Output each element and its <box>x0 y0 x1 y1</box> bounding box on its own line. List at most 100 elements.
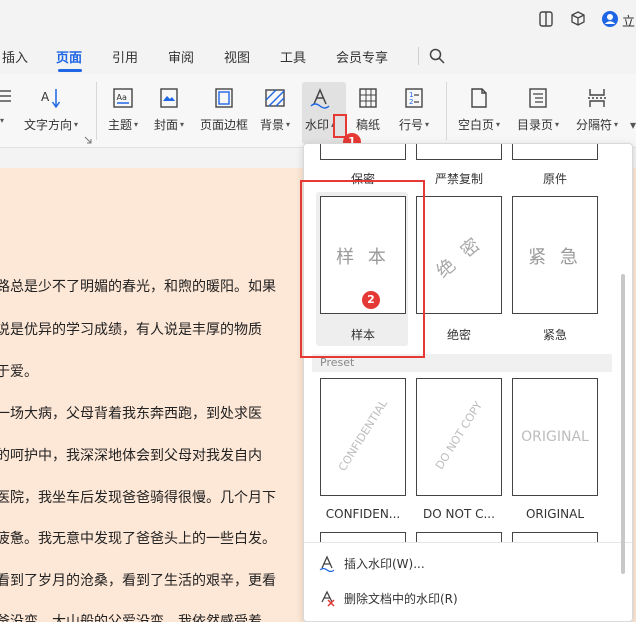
remove-watermark-icon <box>321 590 335 607</box>
line-number-label: 行号 <box>399 118 424 132</box>
chevron-down-icon: ▾ <box>286 120 291 129</box>
title-bar: 立 <box>0 0 636 38</box>
partial-icon <box>0 86 14 110</box>
window-icon[interactable] <box>537 10 555 28</box>
menu-bar: 插入 页面 引用 审阅 视图 工具 会员专享 <box>0 38 636 74</box>
watermark-card-no-copy-cn[interactable] <box>416 144 502 160</box>
cube-icon[interactable] <box>569 10 587 28</box>
chevron-down-icon[interactable]: ▾ <box>630 118 636 132</box>
svg-text:A: A <box>41 90 50 104</box>
watermark-card-original[interactable]: ORIGINAL <box>512 378 598 496</box>
watermark-preview-text: CONFIDENTIAL <box>335 397 391 474</box>
cover-button[interactable]: 封面 ▾ <box>154 86 184 133</box>
chevron-down-icon: ▾ <box>496 120 501 129</box>
tab-insert[interactable]: 插入 <box>2 47 28 66</box>
user-avatar-icon[interactable] <box>601 10 619 28</box>
document-line: 一场大病，父母背着我东奔西跑，到处求医 <box>0 406 262 422</box>
chevron-down-icon: ▾ <box>0 116 4 125</box>
remove-watermark-label: 删除文档中的水印(R) <box>344 591 458 606</box>
background-label: 背景 <box>260 118 285 132</box>
tab-page[interactable]: 页面 <box>56 47 82 66</box>
line-number-button[interactable]: 12 行号 ▾ <box>399 86 429 133</box>
watermark-label-confidential: CONFIDEN... <box>325 507 401 521</box>
separator-icon <box>585 86 609 110</box>
manuscript-icon <box>356 86 380 110</box>
watermark-button[interactable]: 水印 ▴ <box>305 86 335 133</box>
watermark-preview-text: 紧 急 <box>528 247 582 268</box>
page-border-icon <box>212 86 236 110</box>
page-border-label: 页面边框 <box>200 118 249 132</box>
document-line: 的呵护中，我深深地体会到父母对我发自内 <box>0 448 262 464</box>
watermark-preview-text: 绝 密 <box>432 231 488 283</box>
document-line: 疲惫。我无意中发现了爸爸头上的一些白发。 <box>0 531 276 547</box>
ribbon-divider <box>446 82 447 140</box>
watermark-scrollbar[interactable] <box>621 274 625 574</box>
search-icon[interactable] <box>428 47 446 65</box>
text-direction-label: 文字方向 <box>24 118 73 132</box>
watermark-card-original-cn[interactable] <box>512 144 598 160</box>
watermark-preview-text: DO NOT COPY <box>433 399 485 472</box>
manuscript-label: 稿纸 <box>356 118 381 132</box>
svg-text:2: 2 <box>409 98 413 106</box>
watermark-card-confidential-cn[interactable] <box>320 144 406 160</box>
svg-text:Aa: Aa <box>117 93 127 102</box>
watermark-label-original: ORIGINAL <box>525 507 585 521</box>
blank-page-icon <box>467 86 491 110</box>
theme-button[interactable]: Aa 主题 ▾ <box>108 86 138 133</box>
theme-icon: Aa <box>111 86 135 110</box>
blank-page-label: 空白页 <box>458 118 495 132</box>
background-icon <box>263 86 287 110</box>
background-button[interactable]: 背景 ▾ <box>260 86 290 133</box>
chevron-down-icon: ▾ <box>425 120 430 129</box>
document-line: 路总是少不了明媚的春光，和煦的暖阳。如果 <box>0 279 276 295</box>
watermark-card-urgent[interactable]: 紧 急 <box>512 196 598 314</box>
watermark-label-urgent: 紧急 <box>542 328 567 342</box>
blank-page-button[interactable]: 空白页 ▾ <box>458 86 500 133</box>
tab-member[interactable]: 会员专享 <box>336 47 388 66</box>
user-name[interactable]: 立 <box>622 11 635 30</box>
chevron-down-icon: ▾ <box>134 120 139 129</box>
menu-divider <box>418 47 419 65</box>
step-badge-2: 2 <box>362 291 380 309</box>
watermark-card-confidential[interactable]: CONFIDENTIAL <box>320 378 406 496</box>
line-number-icon: 12 <box>402 86 426 110</box>
toc-page-icon <box>526 86 550 110</box>
cover-icon <box>157 86 181 110</box>
insert-watermark-icon <box>319 555 335 572</box>
tab-references[interactable]: 引用 <box>112 47 138 66</box>
watermark-card-top-secret[interactable]: 绝 密 <box>416 196 502 314</box>
ribbon-partial-button[interactable]: ▾ <box>0 86 14 125</box>
ribbon-divider <box>96 82 97 140</box>
toc-page-label: 目录页 <box>517 118 554 132</box>
document-line: 于爱。 <box>0 364 38 380</box>
chevron-down-icon: ▾ <box>74 120 79 129</box>
watermark-icon <box>308 86 332 110</box>
document-line: 说是优异的学习成绩，有人说是丰厚的物质 <box>0 322 262 338</box>
chevron-down-icon: ▾ <box>555 120 560 129</box>
text-direction-icon: A <box>39 86 63 110</box>
page-border-button[interactable]: 页面边框 <box>200 86 248 133</box>
watermark-preview-text: ORIGINAL <box>521 429 589 445</box>
separator-button[interactable]: 分隔符 ▾ <box>576 86 618 133</box>
theme-label: 主题 <box>108 118 133 132</box>
chevron-down-icon: ▾ <box>180 120 185 129</box>
text-direction-button[interactable]: A 文字方向 ▾ <box>24 86 78 133</box>
insert-watermark-item[interactable]: 插入水印(W)... <box>318 554 425 572</box>
document-line: 医院，我坐车后发现爸爸骑得很慢。几个月下 <box>0 490 276 506</box>
watermark-card-do-not-copy[interactable]: DO NOT COPY <box>416 378 502 496</box>
manuscript-button[interactable]: 稿纸 <box>356 86 380 133</box>
document-line: 看到了岁月的沧桑，看到了生活的艰辛，更看 <box>0 573 276 589</box>
tab-tools[interactable]: 工具 <box>280 47 306 66</box>
active-tab-indicator <box>58 69 82 72</box>
highlight-watermark-arrow <box>333 114 347 138</box>
tab-review[interactable]: 审阅 <box>168 47 194 66</box>
dialog-launcher-icon[interactable] <box>84 136 92 144</box>
highlight-sample-watermark <box>300 180 425 358</box>
tab-view[interactable]: 视图 <box>224 47 250 66</box>
separator-label: 分隔符 <box>576 118 613 132</box>
document-line: 爸没变，大山般的父爱没变，我依然感受着 <box>0 614 262 622</box>
remove-watermark-item[interactable]: 删除文档中的水印(R) <box>318 589 458 607</box>
toc-page-button[interactable]: 目录页 ▾ <box>517 86 559 133</box>
watermark-label-original-cn: 原件 <box>542 172 567 186</box>
insert-watermark-label: 插入水印(W)... <box>344 556 425 571</box>
